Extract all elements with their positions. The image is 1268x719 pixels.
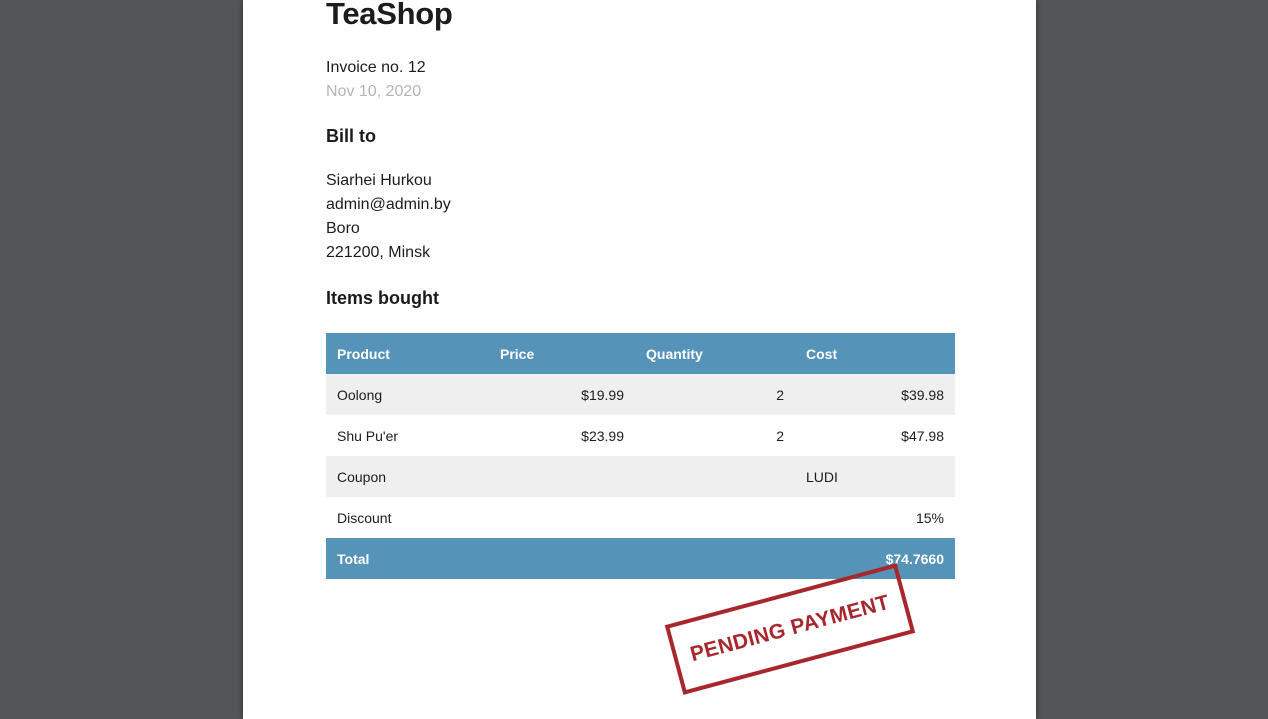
customer-name: Siarhei Hurkou [326,172,432,189]
coupon-label: Coupon [326,456,489,497]
invoice-page: TeaShop Invoice no. 12 Nov 10, 2020 Bill… [243,0,1036,719]
product-quantity: 2 [776,427,784,444]
stamp-text: PENDING PAYMENT [687,590,892,667]
product-cost: $39.98 [795,374,955,415]
table-row: Oolong $19.99 2 $39.98 [326,374,955,415]
product-cost: $47.98 [901,427,944,444]
items-bought-heading: Items bought [326,288,439,308]
customer-email: admin@admin.by [326,196,451,213]
product-name: Shu Pu'er [337,427,399,444]
coupon-row: Coupon LUDI [326,456,955,497]
customer-address: Boro [326,220,360,237]
bill-to-heading: Bill to [326,126,376,146]
discount-row: Discount 15% [326,497,955,538]
column-header-cost: Cost [795,333,955,374]
pending-payment-stamp: PENDING PAYMENT [664,563,916,695]
product-price: $23.99 [581,427,624,444]
product-quantity: 2 [635,374,795,415]
total-label: Total [326,538,489,579]
coupon-code: LUDI [795,456,955,497]
column-header-product: Product [326,333,489,374]
column-header-quantity: Quantity [635,333,795,374]
column-header-price: Price [489,333,635,374]
items-table: Product Price Quantity Cost Oolong $19.9… [326,333,955,579]
discount-value: 15% [915,509,944,526]
product-name: Oolong [326,374,489,415]
invoice-number: Invoice no. 12 [326,59,426,76]
product-price: $19.99 [489,374,635,415]
discount-label: Discount [337,509,392,526]
shop-title: TeaShop [326,0,453,31]
customer-city: 221200, Minsk [326,244,431,261]
table-row: Shu Pu'er $23.99 2 $47.98 [326,415,955,456]
invoice-date: Nov 10, 2020 [326,83,422,100]
table-header-row: Product Price Quantity Cost [326,333,955,374]
